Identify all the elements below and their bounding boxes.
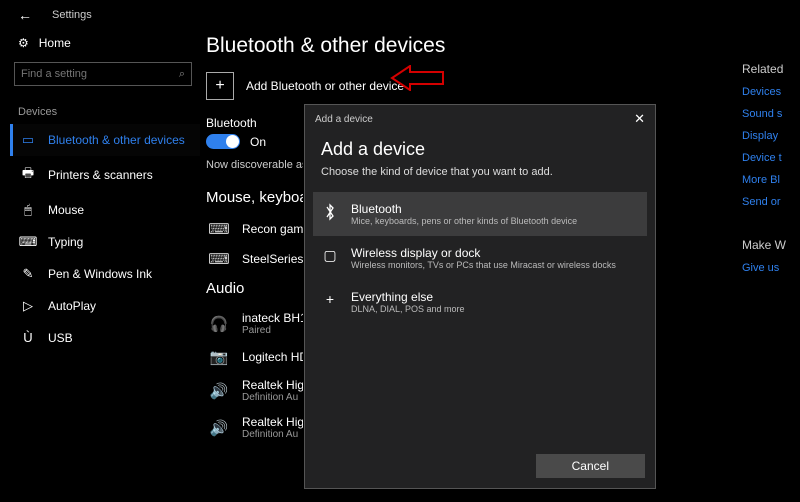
sidebar-item-autoplay[interactable]: ▷ AutoPlay [10,290,200,322]
back-icon[interactable]: ← [18,7,32,23]
feedback-header: Make W [742,238,800,252]
autoplay-icon: ▷ [20,298,36,314]
window-title: Settings [52,9,92,21]
plus-icon: + [206,72,234,100]
option-title: Everything else [351,290,465,304]
option-subtitle: Wireless monitors, TVs or PCs that use M… [351,260,616,270]
related-header: Related [742,62,800,76]
device-name: Logitech HD [242,350,308,364]
option-title: Wireless display or dock [351,246,616,260]
sidebar-item-label: Bluetooth & other devices [48,133,185,147]
sidebar-item-label: Printers & scanners [48,168,153,182]
close-icon[interactable]: ✕ [634,111,645,127]
feedback-link[interactable]: Give us [742,262,800,274]
search-input[interactable] [21,68,175,80]
printer-icon: 🖶 [20,164,36,186]
sidebar-item-mouse[interactable]: 🖱 Mouse [10,194,200,226]
related-link[interactable]: Devices [742,86,800,98]
plus-icon: + [321,290,339,314]
device-name: Realtek High [242,378,311,392]
pen-icon: ✎ [20,266,36,282]
dialog-subtitle: Choose the kind of device that you want … [321,166,639,178]
sidebar-item-label: Pen & Windows Ink [48,267,152,281]
bluetooth-icon [321,202,339,226]
dialog-option-everything-else[interactable]: + Everything else DLNA, DIAL, POS and mo… [313,280,647,324]
keyboard-device-icon: ⌨ [208,220,230,238]
devices-icon: ▭ [20,132,36,148]
sidebar-item-printers[interactable]: 🖶 Printers & scanners [10,156,200,194]
device-sub: Definition Au [242,392,311,403]
headphones-icon: 🎧 [208,315,230,333]
speaker-icon: 🔊 [208,419,230,437]
related-link[interactable]: Display [742,130,800,142]
device-name: Recon gamin [242,222,313,236]
add-device-label: Add Bluetooth or other device [246,79,404,93]
option-subtitle: Mice, keyboards, pens or other kinds of … [351,216,577,226]
usb-icon: Ù [20,330,36,345]
gear-icon: ⚙ [18,36,29,50]
sidebar-item-pen[interactable]: ✎ Pen & Windows Ink [10,258,200,290]
device-sub: Definition Au [242,429,311,440]
sidebar-item-bluetooth[interactable]: ▭ Bluetooth & other devices [10,124,200,156]
bluetooth-toggle[interactable] [206,134,240,149]
dialog-small-title: Add a device [315,114,373,125]
home-label: Home [39,36,71,50]
sidebar-item-label: USB [48,331,73,345]
add-device-dialog: Add a device ✕ Add a device Choose the k… [304,104,656,489]
sidebar-item-typing[interactable]: ⌨ Typing [10,226,200,258]
search-icon: ⌕ [179,68,185,81]
related-link[interactable]: Sound s [742,108,800,120]
sidebar-item-usb[interactable]: Ù USB [10,322,200,353]
cancel-button[interactable]: Cancel [536,454,645,478]
related-link[interactable]: Device t [742,152,800,164]
keyboard-device-icon: ⌨ [208,250,230,268]
search-box[interactable]: ⌕ [14,62,192,86]
mouse-icon: 🖱 [20,202,36,218]
add-device-button[interactable]: + Add Bluetooth or other device [206,72,732,100]
related-link[interactable]: More Bl [742,174,800,186]
dialog-option-wireless-display[interactable]: ▢ Wireless display or dock Wireless moni… [313,236,647,280]
home-button[interactable]: ⚙ Home [10,30,200,56]
device-name: Realtek High [242,415,311,429]
sidebar-item-label: AutoPlay [48,299,96,313]
page-title: Bluetooth & other devices [206,34,732,58]
keyboard-icon: ⌨ [20,234,36,250]
dialog-option-bluetooth[interactable]: Bluetooth Mice, keyboards, pens or other… [313,192,647,236]
bluetooth-state: On [250,135,266,149]
dialog-title: Add a device [321,139,639,160]
sidebar-item-label: Mouse [48,203,84,217]
annotation-arrow-icon [390,65,445,91]
related-link[interactable]: Send or [742,196,800,208]
speaker-icon: 🔊 [208,382,230,400]
sidebar-section-header: Devices [10,100,200,124]
sidebar-item-label: Typing [48,235,83,249]
display-icon: ▢ [321,246,339,270]
option-title: Bluetooth [351,202,577,216]
camera-icon: 📷 [208,348,230,366]
option-subtitle: DLNA, DIAL, POS and more [351,304,465,314]
